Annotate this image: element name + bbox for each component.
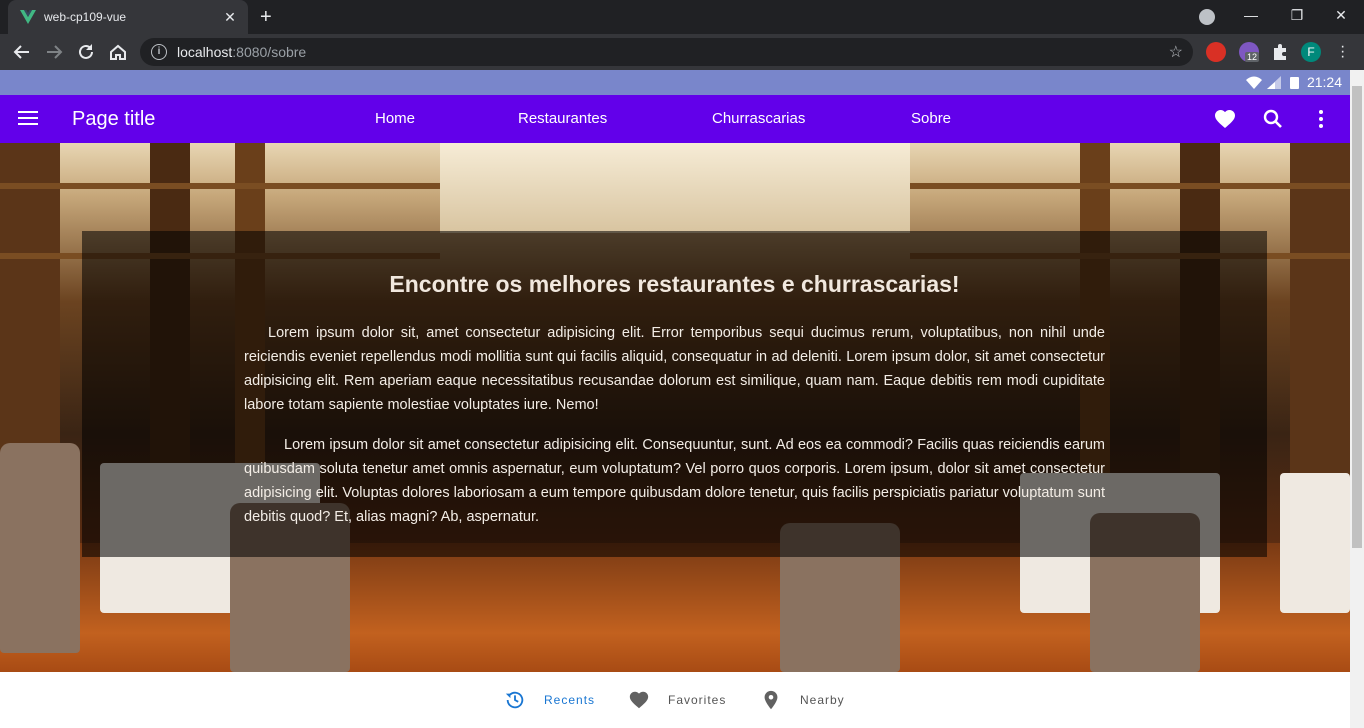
close-window-icon[interactable]: ✕ bbox=[1318, 0, 1364, 30]
shelf bbox=[0, 183, 440, 189]
hamburger-menu-icon[interactable] bbox=[18, 111, 38, 129]
minimize-icon[interactable]: — bbox=[1228, 0, 1274, 30]
browser-menu-icon[interactable]: · · · bbox=[1340, 39, 1345, 65]
bottom-navigation: Recents Favorites Nearby bbox=[0, 672, 1350, 728]
extension-icon[interactable]: 12 bbox=[1239, 42, 1260, 62]
new-tab-icon[interactable]: + bbox=[260, 7, 272, 27]
bottom-nav-recents[interactable]: Recents bbox=[504, 672, 595, 728]
url-path: :8080/sobre bbox=[232, 44, 307, 60]
bottom-nav-favorites[interactable]: Favorites bbox=[628, 672, 726, 728]
nav-link-sobre[interactable]: Sobre bbox=[911, 110, 951, 127]
reload-icon[interactable] bbox=[75, 41, 97, 63]
back-icon[interactable] bbox=[11, 41, 33, 63]
address-bar[interactable]: i localhost:8080/sobre ☆ bbox=[140, 38, 1193, 66]
hero-paragraph-1: Lorem ipsum dolor sit, amet consectetur … bbox=[244, 325, 1105, 413]
bottom-nav-nearby[interactable]: Nearby bbox=[760, 672, 845, 728]
adblock-extension-icon[interactable] bbox=[1206, 42, 1226, 62]
wifi-icon bbox=[1246, 76, 1262, 89]
chair bbox=[0, 443, 80, 653]
app-bar: Page title Home Restaurantes Churrascari… bbox=[0, 95, 1350, 143]
ceiling-decor bbox=[440, 143, 910, 233]
scrollbar-thumb[interactable] bbox=[1352, 86, 1362, 548]
home-icon[interactable] bbox=[107, 41, 129, 63]
search-icon[interactable] bbox=[1261, 107, 1285, 131]
hero-paragraph-2: Lorem ipsum dolor sit amet consectetur a… bbox=[244, 437, 1105, 525]
bottom-nav-label: Nearby bbox=[800, 693, 845, 707]
signal-icon bbox=[1267, 76, 1281, 89]
heart-icon[interactable] bbox=[1213, 107, 1237, 131]
map-pin-icon bbox=[764, 690, 778, 710]
url-host: localhost bbox=[177, 44, 233, 60]
dining-table bbox=[1280, 473, 1350, 613]
bottom-nav-label: Favorites bbox=[668, 693, 727, 707]
status-time: 21:24 bbox=[1306, 74, 1342, 90]
device-status-bar: 21:24 bbox=[0, 70, 1350, 95]
close-tab-icon[interactable]: ✕ bbox=[222, 9, 238, 26]
profile-avatar[interactable]: F bbox=[1301, 42, 1321, 62]
bookmark-star-icon[interactable]: ☆ bbox=[1169, 42, 1183, 62]
browser-toolbar: i localhost:8080/sobre ☆ 12 F · · · bbox=[0, 34, 1364, 70]
forward-icon[interactable] bbox=[43, 41, 65, 63]
more-vert-icon[interactable] bbox=[1309, 107, 1333, 131]
nav-link-home[interactable]: Home bbox=[375, 110, 415, 127]
extension-badge: 12 bbox=[1245, 52, 1260, 62]
vue-logo-icon bbox=[20, 10, 36, 24]
hero-text-panel: Encontre os melhores restaurantes e chur… bbox=[82, 231, 1267, 557]
url-text: localhost:8080/sobre bbox=[177, 44, 1169, 60]
history-icon bbox=[505, 691, 524, 709]
tab-search-icon[interactable] bbox=[1199, 9, 1215, 25]
heart-icon bbox=[629, 691, 649, 709]
bottom-nav-label: Recents bbox=[544, 693, 596, 707]
browser-tab-strip: web-cp109-vue ✕ + — ❐ ✕ bbox=[0, 0, 1364, 34]
puzzle-extensions-icon[interactable] bbox=[1270, 42, 1290, 62]
hero-heading: Encontre os melhores restaurantes e chur… bbox=[389, 271, 960, 297]
nav-link-churrascarias[interactable]: Churrascarias bbox=[712, 110, 805, 127]
battery-icon bbox=[1290, 77, 1299, 89]
page-title: Page title bbox=[72, 108, 156, 130]
site-info-icon[interactable]: i bbox=[151, 44, 167, 60]
nav-link-restaurantes[interactable]: Restaurantes bbox=[518, 110, 607, 127]
restore-icon[interactable]: ❐ bbox=[1274, 0, 1320, 30]
tab-title: web-cp109-vue bbox=[44, 10, 127, 24]
browser-tab[interactable]: web-cp109-vue ✕ bbox=[8, 0, 248, 34]
hero-background-image: Encontre os melhores restaurantes e chur… bbox=[0, 143, 1350, 672]
shelf bbox=[910, 183, 1350, 189]
